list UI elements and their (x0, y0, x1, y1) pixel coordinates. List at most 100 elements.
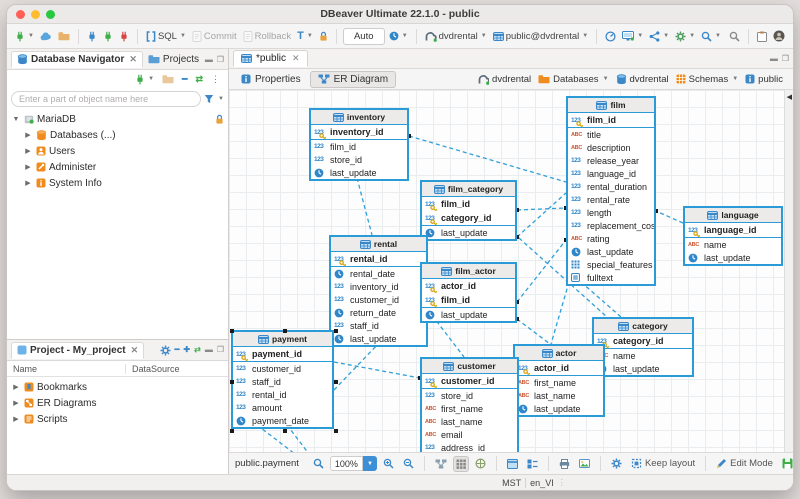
column-row[interactable]: 123customer_id (233, 362, 332, 375)
sql-console-button[interactable]: ▼ (620, 29, 645, 43)
collapse-palette-icon[interactable]: ◀ (787, 93, 792, 101)
zoom-control[interactable]: 100% ▼ (330, 456, 377, 471)
filter-funnel-icon[interactable] (204, 94, 214, 104)
diagram-settings-button[interactable] (608, 455, 625, 472)
minimize-editor-icon[interactable]: ▬ (770, 54, 778, 63)
quick-search-button[interactable] (727, 29, 742, 44)
column-row[interactable]: 123staff_id (233, 375, 332, 388)
column-row[interactable]: 123customer_id (331, 293, 426, 306)
active-schema-button[interactable]: public@dvdrental▼ (491, 29, 591, 44)
selection-handle[interactable] (230, 380, 234, 384)
tab-project-my-project[interactable]: Project - My_project✕ (11, 342, 144, 359)
pk-column-row[interactable]: 123category_id (594, 334, 692, 348)
tab-projects[interactable]: Projects (143, 52, 204, 67)
context-databases-dropdown[interactable]: Databases▼ (538, 74, 608, 85)
transaction-log-button[interactable]: ▼ (387, 29, 410, 43)
collapse-all-button[interactable]: ━ (180, 72, 189, 87)
tab-properties[interactable]: Properties (233, 71, 309, 88)
expand-icon[interactable]: ✚ (183, 345, 190, 356)
status-locale[interactable]: en_VI (530, 478, 554, 488)
column-row[interactable]: 123inventory_id (331, 280, 426, 293)
entity-language[interactable]: language123language_idABCnamelast_update (683, 206, 783, 266)
pk-column-row[interactable]: 123customer_id (422, 374, 517, 388)
column-row[interactable]: 123rental_id (233, 388, 332, 401)
column-row[interactable]: ABCtitle (568, 128, 654, 141)
chevron-right-icon[interactable]: ▶ (23, 179, 33, 187)
show-list-button[interactable] (524, 456, 541, 472)
column-row[interactable]: 123address_id (422, 441, 517, 452)
show-attributes-button[interactable] (504, 456, 521, 472)
context-dvdrental[interactable]: dvdrental (478, 74, 531, 85)
network-button[interactable]: ▼ (647, 29, 671, 44)
disconnect-button[interactable] (117, 29, 131, 44)
column-row[interactable]: last_update (568, 245, 654, 258)
column-row[interactable]: ABCfirst_name (515, 376, 603, 389)
column-row[interactable]: 123length (568, 206, 654, 219)
diagram-search-button[interactable] (310, 455, 327, 472)
selection-handle[interactable] (334, 329, 338, 333)
selection-handle[interactable] (283, 329, 287, 333)
tree-item-administer[interactable]: ▶Administer (7, 159, 228, 175)
column-row[interactable]: ABCrating (568, 232, 654, 245)
toggle-grid-button[interactable] (453, 456, 469, 472)
user-profile-button[interactable] (771, 28, 787, 44)
active-datasource-button[interactable]: dvdrental▼ (423, 29, 489, 44)
dashboard-button[interactable] (603, 29, 618, 44)
entity-header[interactable]: payment (233, 332, 332, 347)
column-row[interactable]: fulltext (568, 271, 654, 284)
export-image-button[interactable] (576, 456, 593, 471)
tab-public-editor[interactable]: *public✕ (233, 50, 308, 67)
zoom-in-button[interactable] (380, 455, 397, 472)
entity-header[interactable]: actor (515, 346, 603, 361)
entity-film[interactable]: film123film_idABCtitleABCdescription123r… (566, 96, 656, 286)
column-row[interactable]: ABClast_name (422, 415, 517, 428)
column-row[interactable]: last_update (515, 402, 603, 415)
entity-inventory[interactable]: inventory123inventory_id123film_id123sto… (309, 108, 409, 181)
column-row[interactable]: last_update (685, 251, 781, 264)
project-item-bookmarks[interactable]: ▶Bookmarks (7, 379, 228, 395)
column-row[interactable]: last_update (594, 362, 692, 375)
vertical-scrollbar[interactable] (784, 90, 793, 452)
selection-handle[interactable] (283, 429, 287, 433)
status-timezone[interactable]: MST (502, 478, 521, 488)
entity-header[interactable]: rental (331, 237, 426, 252)
link-editor-button[interactable]: ⇄ (193, 72, 205, 87)
commit-mode-combo[interactable]: Auto (343, 28, 385, 45)
column-row[interactable]: special_features (568, 258, 654, 271)
column-row[interactable]: last_update (422, 226, 515, 239)
save-button[interactable]: Save ... (779, 455, 793, 472)
close-icon[interactable]: ✕ (292, 53, 300, 64)
gear-icon[interactable] (160, 345, 171, 356)
chevron-right-icon[interactable]: ▶ (11, 415, 21, 423)
close-icon[interactable]: ✕ (131, 345, 139, 356)
pk-column-row[interactable]: 123film_id (568, 113, 654, 127)
column-row[interactable]: ABCdescription (568, 141, 654, 154)
tab-er-diagram[interactable]: ER Diagram (310, 71, 396, 88)
tree-item-databases[interactable]: ▶Databases (...) (7, 127, 228, 143)
column-row[interactable]: 123film_id (311, 140, 407, 153)
project-item-er-diagrams[interactable]: ▶ER Diagrams (7, 395, 228, 411)
entity-customer[interactable]: customer123customer_id123store_idABCfirs… (420, 357, 519, 452)
sql-editor-button[interactable]: SQL▼ (144, 29, 188, 44)
column-row[interactable]: ABCname (594, 349, 692, 362)
pk-column-row[interactable]: 123inventory_id (311, 125, 407, 139)
column-name[interactable]: Name (7, 364, 125, 374)
entity-actor[interactable]: actor123actor_idABCfirst_nameABClast_nam… (513, 344, 605, 417)
object-filter-input[interactable] (11, 91, 201, 107)
entity-header[interactable]: film_actor (422, 264, 515, 279)
minimize-panel-icon[interactable]: ▬ (205, 345, 213, 356)
pk-column-row[interactable]: 123category_id (422, 211, 515, 225)
selection-handle[interactable] (334, 380, 338, 384)
nav-new-connection-button[interactable]: ▼ (133, 72, 156, 87)
new-connection-button[interactable]: ▼ (13, 29, 36, 44)
tree-item-mariadb[interactable]: ▼MariaDB (7, 111, 228, 127)
entity-header[interactable]: category (594, 319, 692, 334)
lock-button[interactable] (317, 29, 330, 44)
column-row[interactable]: 123amount (233, 401, 332, 414)
column-row[interactable]: 123release_year (568, 154, 654, 167)
search-menu-button[interactable]: ▼ (699, 29, 723, 44)
entity-header[interactable]: film (568, 98, 654, 113)
context-dvdrental[interactable]: dvdrental (616, 74, 669, 85)
selection-handle[interactable] (334, 429, 338, 433)
commit-button[interactable]: Commit (190, 29, 239, 44)
